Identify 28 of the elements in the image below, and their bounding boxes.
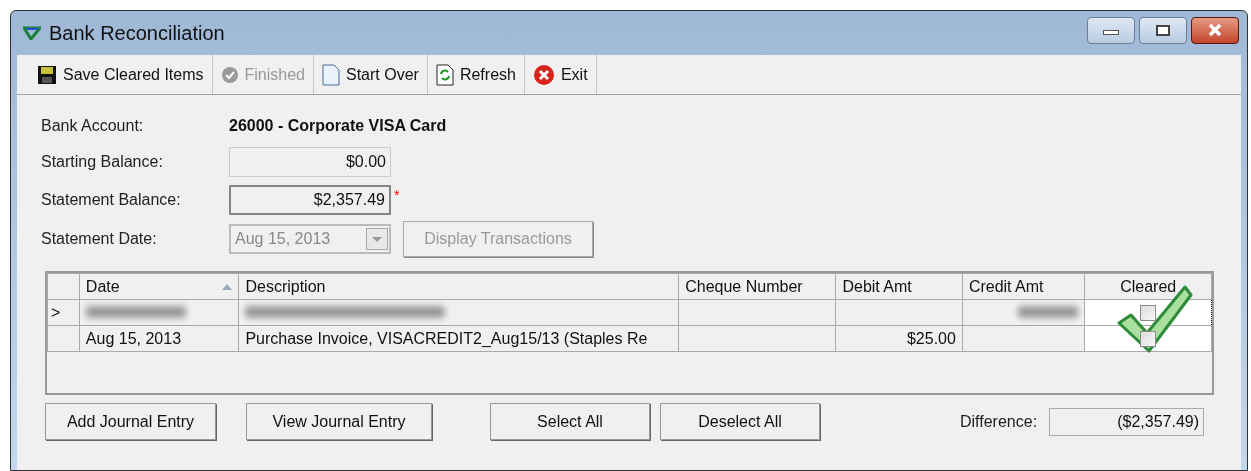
- table-cell: $25.00: [906, 329, 956, 347]
- field-label: Statement Date:: [41, 229, 158, 249]
- current-row-marker: >: [51, 303, 61, 321]
- table-cell: Purchase Invoice, VISACREDIT2_Aug15/13 (Staples Re: [245, 329, 648, 347]
- statement-balance-field[interactable]: $2,357.49: [229, 185, 391, 215]
- deselect-all-button[interactable]: Deselect All: [660, 403, 820, 440]
- view-journal-entry-button[interactable]: View Journal Entry: [246, 403, 432, 440]
- add-journal-entry-button[interactable]: Add Journal Entry: [45, 403, 216, 440]
- toolbar-button[interactable]: Start Over: [314, 55, 428, 94]
- account-name: 26000 - Corporate VISA Card: [229, 116, 447, 136]
- field-label: Starting Balance:: [41, 152, 164, 172]
- field-label: Bank Account:: [41, 116, 145, 136]
- select-all-button[interactable]: Select All: [490, 403, 650, 440]
- column-header[interactable]: Description: [238, 273, 679, 300]
- column-header[interactable]: Cheque Number: [678, 273, 836, 300]
- starting-balance-field[interactable]: $0.00: [229, 147, 391, 177]
- toolbar-button[interactable]: Exit: [524, 55, 597, 94]
- column-header[interactable]: Date: [79, 273, 239, 300]
- required-mark: *: [394, 186, 400, 205]
- table-cell: Aug 15, 2013: [85, 329, 182, 347]
- difference-label: Difference:: [960, 411, 1038, 432]
- window-title: Bank Reconciliation: [49, 21, 225, 46]
- column-header[interactable]: Credit Amt: [962, 273, 1085, 300]
- toolbar-button[interactable]: Save Cleared Items: [29, 55, 213, 94]
- difference-field[interactable]: ($2,357.49): [1049, 407, 1205, 436]
- field-label: Statement Balance:: [41, 190, 182, 210]
- toolbar-button[interactable]: Refresh: [427, 55, 525, 94]
- column-header[interactable]: Debit Amt: [835, 273, 963, 300]
